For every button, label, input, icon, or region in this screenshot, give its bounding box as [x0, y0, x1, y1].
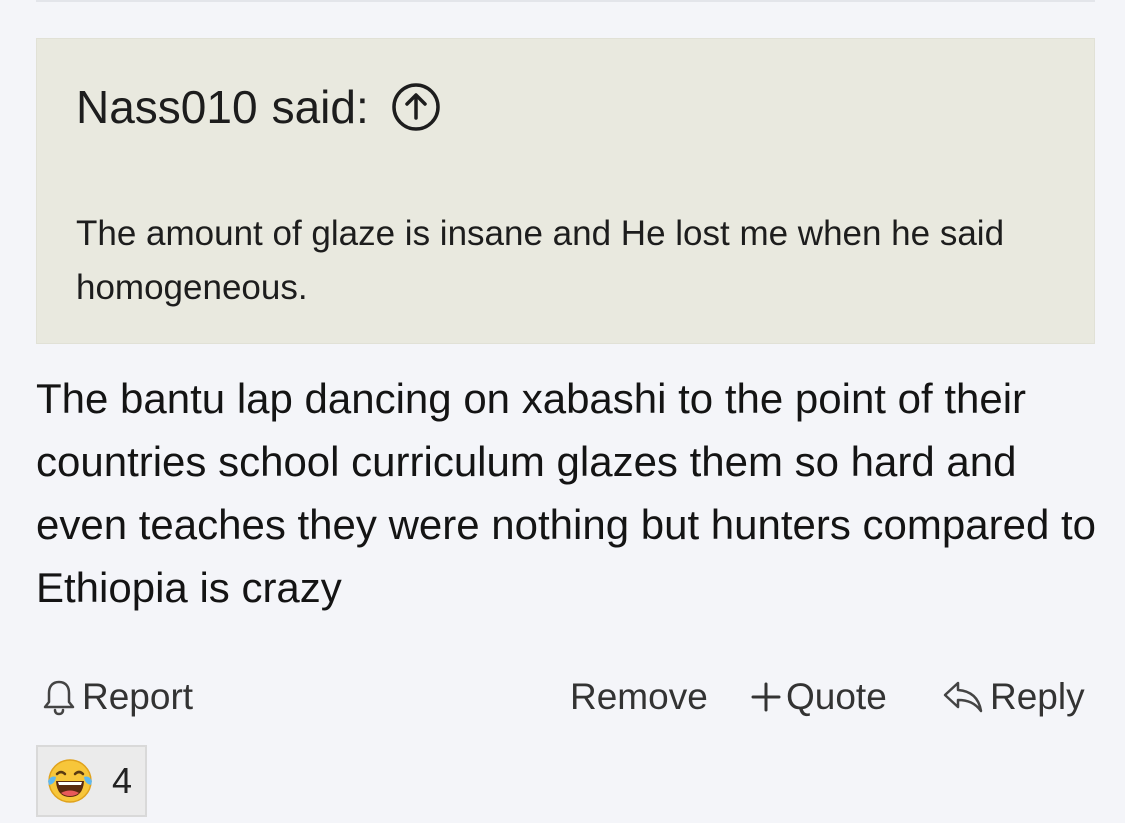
laughing-with-tears-emoji-icon: [48, 759, 92, 803]
report-label: Report: [82, 676, 194, 717]
quote-label: Quote: [786, 676, 887, 717]
report-button[interactable]: Report: [42, 670, 193, 724]
quote-header: Nass010 said:: [76, 81, 441, 133]
bell-icon: [43, 680, 75, 716]
quote-author[interactable]: Nass010: [76, 81, 258, 133]
quote-text: The amount of glaze is insane and He los…: [76, 214, 1005, 307]
reply-button[interactable]: Reply: [942, 670, 1085, 724]
reaction-count: 4: [112, 760, 133, 801]
reaction-badge[interactable]: 4: [36, 745, 147, 817]
post-actions: Report Remove Quote Reply: [36, 670, 1095, 724]
post-body: The bantu lap dancing on xabashi to the …: [36, 375, 1097, 611]
quote-button[interactable]: Quote: [750, 670, 887, 724]
arrow-up-circle-icon[interactable]: [391, 82, 441, 132]
remove-button[interactable]: Remove: [570, 670, 708, 724]
top-divider: [36, 0, 1095, 2]
quote-said-label: said:: [271, 81, 369, 133]
remove-label: Remove: [570, 676, 708, 717]
quote-block: Nass010 said: The amount of glaze is ins…: [36, 38, 1095, 344]
reply-label: Reply: [990, 676, 1085, 717]
reply-arrow-icon: [943, 681, 983, 713]
plus-icon: [751, 682, 781, 712]
